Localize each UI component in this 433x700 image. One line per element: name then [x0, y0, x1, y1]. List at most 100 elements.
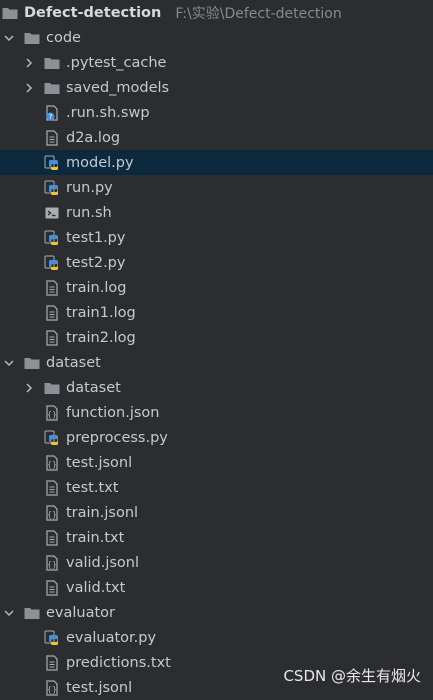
- watermark: CSDN @余生有烟火: [283, 667, 421, 685]
- tree-file-row[interactable]: ? .run.sh.swp: [0, 100, 433, 125]
- project-name: Defect-detection: [24, 4, 162, 21]
- tree-file-row[interactable]: train.log: [0, 275, 433, 300]
- chevron-right-icon[interactable]: [22, 81, 36, 95]
- tree-file-row[interactable]: valid.txt: [0, 575, 433, 600]
- folder-icon: [24, 30, 40, 46]
- tree-item-label: function.json: [66, 404, 160, 421]
- tree-file-row[interactable]: test2.py: [0, 250, 433, 275]
- tree-file-row[interactable]: train1.log: [0, 300, 433, 325]
- tree-item-label: train1.log: [66, 304, 136, 321]
- project-path: F:\实验\Defect-detection: [175, 5, 342, 22]
- tree-item-label: train.txt: [66, 529, 125, 546]
- folder-icon: [44, 380, 60, 396]
- tree-item-label: test1.py: [66, 229, 126, 246]
- svg-text:?: ?: [49, 113, 53, 121]
- svg-text:{}: {}: [47, 410, 57, 419]
- tree-item-label: dataset: [66, 379, 121, 396]
- text-file-icon: [44, 479, 60, 496]
- tree-file-row[interactable]: test.txt: [0, 475, 433, 500]
- tree-file-row[interactable]: run.sh: [0, 200, 433, 225]
- chevron-down-icon[interactable]: [2, 356, 16, 370]
- text-file-icon: [44, 329, 60, 346]
- folder-icon: [2, 5, 18, 21]
- tree-item-label: run.py: [66, 179, 113, 196]
- text-file-icon: [44, 654, 60, 671]
- tree-file-row[interactable]: {} test.jsonl: [0, 450, 433, 475]
- svg-text:{}: {}: [47, 510, 57, 519]
- tree-item-label: train2.log: [66, 329, 136, 346]
- tree-item-label: valid.jsonl: [66, 554, 140, 571]
- chevron-down-icon[interactable]: [2, 31, 16, 45]
- tree-file-row[interactable]: preprocess.py: [0, 425, 433, 450]
- terminal-file-icon: [44, 205, 60, 221]
- chevron-down-icon[interactable]: [2, 606, 16, 620]
- tree-file-row[interactable]: test1.py: [0, 225, 433, 250]
- tree-item-label: dataset: [46, 354, 101, 371]
- tree-item-label: evaluator: [46, 604, 116, 621]
- text-file-icon: [44, 279, 60, 296]
- chevron-right-icon[interactable]: [22, 56, 36, 70]
- tree-folder-row[interactable]: .pytest_cache: [0, 50, 433, 75]
- tree-folder-row[interactable]: dataset: [0, 375, 433, 400]
- tree-item-label: model.py: [66, 154, 134, 171]
- tree-item-label: test.txt: [66, 479, 119, 496]
- tree-file-row[interactable]: {} train.jsonl: [0, 500, 433, 525]
- tree-file-row[interactable]: train2.log: [0, 325, 433, 350]
- json-file-icon: {}: [44, 504, 60, 521]
- python-file-icon: [44, 630, 60, 646]
- tree-root-project[interactable]: Defect-detection F:\实验\Defect-detection: [0, 0, 433, 25]
- tree-item-label: test.jsonl: [66, 679, 133, 696]
- json-file-icon: {}: [44, 454, 60, 471]
- tree-file-row[interactable]: run.py: [0, 175, 433, 200]
- tree-file-row[interactable]: {} valid.jsonl: [0, 550, 433, 575]
- tree-item-label: test2.py: [66, 254, 126, 271]
- python-file-icon: [44, 180, 60, 196]
- tree-folder-row[interactable]: saved_models: [0, 75, 433, 100]
- unknown-file-icon: ?: [44, 104, 60, 121]
- tree-folder-row[interactable]: dataset: [0, 350, 433, 375]
- text-file-icon: [44, 304, 60, 321]
- tree-folder-row[interactable]: code: [0, 25, 433, 50]
- json-file-icon: {}: [44, 404, 60, 421]
- python-file-icon: [44, 230, 60, 246]
- chevron-right-icon[interactable]: [22, 381, 36, 395]
- text-file-icon: [44, 579, 60, 596]
- json-file-icon: {}: [44, 679, 60, 696]
- tree-item-label: code: [46, 29, 81, 46]
- folder-icon: [44, 55, 60, 71]
- tree-item-label: test.jsonl: [66, 454, 133, 471]
- tree-file-row[interactable]: evaluator.py: [0, 625, 433, 650]
- tree-file-row[interactable]: train.txt: [0, 525, 433, 550]
- tree-folder-row[interactable]: evaluator: [0, 600, 433, 625]
- tree-item-label: valid.txt: [66, 579, 126, 596]
- tree-item-label: .run.sh.swp: [66, 104, 150, 121]
- tree-item-label: .pytest_cache: [66, 54, 167, 71]
- tree-file-row[interactable]: {} function.json: [0, 400, 433, 425]
- tree-item-label: preprocess.py: [66, 429, 168, 446]
- tree-file-row[interactable]: d2a.log: [0, 125, 433, 150]
- tree-item-label: run.sh: [66, 204, 112, 221]
- tree-file-row[interactable]: model.py: [0, 150, 433, 175]
- tree-item-label: train.log: [66, 279, 127, 296]
- svg-text:{}: {}: [47, 460, 57, 469]
- svg-text:{}: {}: [47, 560, 57, 569]
- json-file-icon: {}: [44, 554, 60, 571]
- folder-icon: [44, 80, 60, 96]
- text-file-icon: [44, 129, 60, 146]
- tree-item-label: train.jsonl: [66, 504, 139, 521]
